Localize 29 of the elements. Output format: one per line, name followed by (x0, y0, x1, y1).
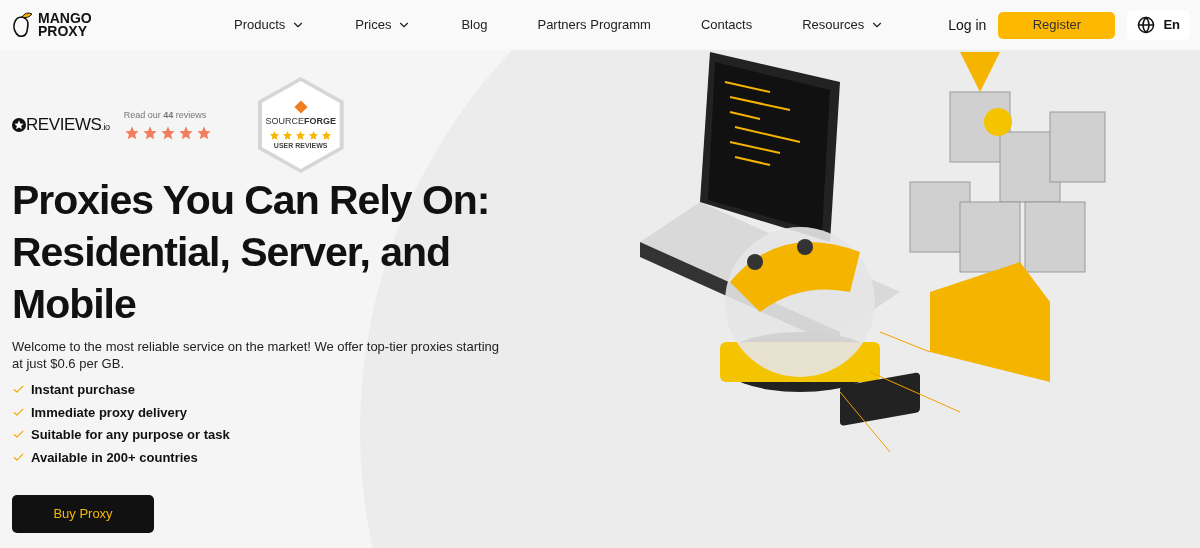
feature-text: Immediate proxy delivery (31, 403, 188, 422)
language-button[interactable]: En (1127, 10, 1190, 40)
feature-text: Suitable for any purpose or task (31, 426, 230, 444)
nav-link[interactable]: Resources (802, 15, 885, 35)
sourceforge-logo: SOURCEFORGE (265, 115, 336, 129)
reviews-logo: REVIEWS.io (26, 114, 110, 137)
buy-proxy-button[interactable]: Buy Proxy (12, 495, 154, 533)
nav-link[interactable]: Prices (355, 15, 412, 35)
star-icon (295, 129, 307, 141)
star-icon (308, 129, 320, 141)
hero-description: Welcome to the most reliable service on the market! We offer top-tier proxies starting at just $0.6 per GB. (12, 338, 500, 372)
logo-text: PROXY (38, 25, 88, 38)
login-link[interactable]: Log in (948, 14, 987, 36)
nav-link[interactable]: Blog (461, 15, 488, 35)
star-icon (321, 129, 333, 141)
reviews-caption[interactable]: Read our 44 reviews (123, 109, 212, 123)
star-icon (282, 129, 294, 141)
nav-link[interactable]: Partners Programm (537, 15, 651, 35)
logo-text: MANGO (38, 12, 92, 25)
mango-logo-icon (10, 11, 34, 39)
globe-icon (1137, 16, 1156, 34)
nav-link[interactable]: Contacts (700, 15, 753, 35)
feature-text: Instant purchase (31, 381, 136, 399)
feature-text: Available in 200+ countries (31, 448, 198, 467)
hero-heading: Proxies You Can Rely On: Residential, Server, and Mobile (12, 176, 491, 329)
star-circle-icon (12, 118, 26, 132)
register-button[interactable]: Register (998, 11, 1116, 39)
star-icon (269, 129, 281, 141)
nav-link[interactable]: Products (234, 15, 306, 35)
